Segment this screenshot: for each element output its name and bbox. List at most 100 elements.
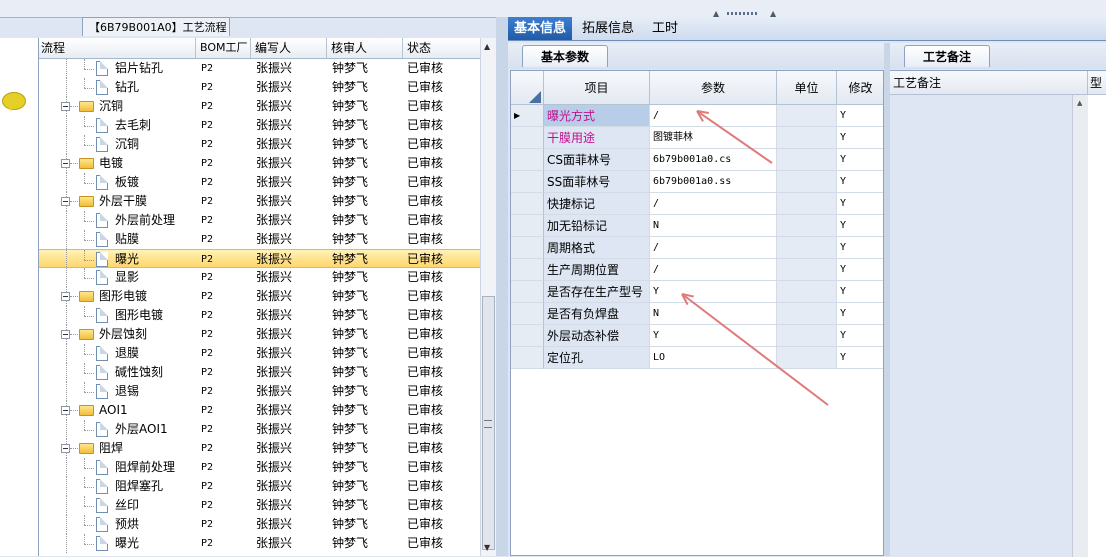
param-unit-cell[interactable] [777,105,837,127]
remark-scrollbar[interactable]: ▲ [1072,95,1089,557]
remark-grid[interactable]: 工艺备注 型号 ▲ [890,70,1106,557]
collapse-toggle-icon[interactable] [61,159,70,168]
param-unit-cell[interactable] [777,193,837,215]
param-row[interactable]: 外层动态补偿 Y Y [511,325,883,347]
col-bom[interactable]: BOM工厂 [196,38,251,58]
col-writer[interactable]: 编写人 [251,38,327,58]
param-value-cell[interactable]: N [650,215,777,237]
param-modify-flag[interactable]: Y [837,149,883,171]
row-header[interactable] [511,127,544,149]
param-value-cell[interactable]: / [650,193,777,215]
tree-row[interactable]: 预烘 P2 张振兴 钟梦飞 已审核 [39,515,481,534]
grid-col-unit[interactable]: 单位 [777,71,837,105]
row-header[interactable] [511,149,544,171]
param-modify-flag[interactable]: Y [837,347,883,369]
param-unit-cell[interactable] [777,281,837,303]
process-tree[interactable]: 流程 BOM工厂 编写人 核审人 状态 铝片钻孔 P2 张振兴 钟梦飞 已审核 钻孔 P2 张… [38,38,497,556]
scroll-down-icon[interactable]: ▼ [484,543,490,552]
tree-row[interactable]: 阻焊塞孔 P2 张振兴 钟梦飞 已审核 [39,477,481,496]
tree-row[interactable]: 退膜 P2 张振兴 钟梦飞 已审核 [39,344,481,363]
row-header[interactable] [511,237,544,259]
tree-row[interactable]: 沉铜 P2 张振兴 钟梦飞 已审核 [39,97,481,116]
collapse-toggle-icon[interactable] [61,444,70,453]
collapse-toggle-icon[interactable] [61,292,70,301]
current-row-indicator-icon[interactable]: ▶ [511,105,544,127]
param-unit-cell[interactable] [777,171,837,193]
param-unit-cell[interactable] [777,127,837,149]
collapse-toggle-icon[interactable] [61,406,70,415]
param-unit-cell[interactable] [777,149,837,171]
param-modify-flag[interactable]: Y [837,259,883,281]
param-unit-cell[interactable] [777,259,837,281]
row-header[interactable] [511,325,544,347]
tree-row[interactable]: 板镀 P2 张振兴 钟梦飞 已审核 [39,173,481,192]
chat-bubble-icon[interactable] [2,92,26,111]
param-value-cell[interactable]: Y [650,281,777,303]
tree-row[interactable]: 去毛刺 P2 张振兴 钟梦飞 已审核 [39,116,481,135]
row-header[interactable] [511,347,544,369]
tree-row[interactable]: 图形电镀 P2 张振兴 钟梦飞 已审核 [39,306,481,325]
tree-row[interactable]: 贴膜 P2 张振兴 钟梦飞 已审核 [39,230,481,249]
param-modify-flag[interactable]: Y [837,105,883,127]
row-header[interactable] [511,281,544,303]
param-row[interactable]: 快捷标记 / Y [511,193,883,215]
param-modify-flag[interactable]: Y [837,127,883,149]
row-header[interactable] [511,303,544,325]
param-modify-flag[interactable]: Y [837,215,883,237]
tree-row[interactable]: 显影 P2 张振兴 钟梦飞 已审核 [39,268,481,287]
param-modify-flag[interactable]: Y [837,281,883,303]
remark-col-remark[interactable]: 工艺备注 [890,71,1088,95]
tab-basic-params[interactable]: 基本参数 [522,45,608,67]
tree-row[interactable]: 图形电镀 P2 张振兴 钟梦飞 已审核 [39,287,481,306]
tree-row[interactable]: 钻孔 P2 张振兴 钟梦飞 已审核 [39,78,481,97]
grid-col-modify[interactable]: 修改 [837,71,883,105]
tree-row[interactable]: 外层干膜 P2 张振兴 钟梦飞 已审核 [39,192,481,211]
row-header[interactable] [511,259,544,281]
grid-col-value[interactable]: 参数 [650,71,777,105]
remark-col-model[interactable]: 型号 [1088,71,1106,95]
param-modify-flag[interactable]: Y [837,303,883,325]
param-value-cell[interactable]: 图镀菲林 [650,127,777,149]
param-modify-flag[interactable]: Y [837,171,883,193]
tree-row[interactable]: 外层蚀刻 P2 张振兴 钟梦飞 已审核 [39,325,481,344]
tree-row[interactable]: 外层前处理 P2 张振兴 钟梦飞 已审核 [39,211,481,230]
param-value-cell[interactable]: 6b79b001a0.ss [650,171,777,193]
scroll-up-icon[interactable]: ▲ [1077,99,1082,107]
tree-row[interactable]: 曝光 P2 张振兴 钟梦飞 已审核 [39,249,481,269]
param-row[interactable]: 是否存在生产型号 Y Y [511,281,883,303]
param-row[interactable]: 定位孔 LO Y [511,347,883,369]
splitter[interactable] [496,17,508,556]
tree-row[interactable]: 曝光 P2 张振兴 钟梦飞 已审核 [39,534,481,553]
param-modify-flag[interactable]: Y [837,193,883,215]
collapse-toggle-icon[interactable] [61,102,70,111]
param-row[interactable]: 周期格式 / Y [511,237,883,259]
tab-extended-info[interactable]: 拓展信息 [576,17,640,40]
collapse-toggle-icon[interactable] [61,330,70,339]
row-header[interactable] [511,215,544,237]
tree-row[interactable]: 阻焊 P2 张振兴 钟梦飞 已审核 [39,439,481,458]
col-reviewer[interactable]: 核审人 [327,38,403,58]
scroll-up-icon[interactable]: ▲ [484,42,490,51]
param-modify-flag[interactable]: Y [837,237,883,259]
tree-row[interactable]: 外层AOI1 P2 张振兴 钟梦飞 已审核 [39,420,481,439]
param-value-cell[interactable]: / [650,237,777,259]
param-row[interactable]: CS面菲林号 6b79b001a0.cs Y [511,149,883,171]
tree-row[interactable]: 沉铜 P2 张振兴 钟梦飞 已审核 [39,135,481,154]
param-row[interactable]: 生产周期位置 / Y [511,259,883,281]
tree-row[interactable]: 铝片钻孔 P2 张振兴 钟梦飞 已审核 [39,59,481,78]
param-value-cell[interactable]: Y [650,325,777,347]
tree-row[interactable]: 阻焊前处理 P2 张振兴 钟梦飞 已审核 [39,458,481,477]
param-unit-cell[interactable] [777,325,837,347]
tree-row[interactable]: 丝印 P2 张振兴 钟梦飞 已审核 [39,496,481,515]
tree-row[interactable]: 退锡 P2 张振兴 钟梦飞 已审核 [39,382,481,401]
splitter-grip[interactable] [727,12,759,15]
tab-work-hours[interactable]: 工时 [646,17,684,40]
tree-row[interactable]: 碱性蚀刻 P2 张振兴 钟梦飞 已审核 [39,363,481,382]
row-header[interactable] [511,171,544,193]
param-row[interactable]: 加无铅标记 N Y [511,215,883,237]
tree-row[interactable]: AOI1 P2 张振兴 钟梦飞 已审核 [39,401,481,420]
col-status[interactable]: 状态 [403,38,481,58]
param-modify-flag[interactable]: Y [837,325,883,347]
param-unit-cell[interactable] [777,237,837,259]
tree-scrollbar[interactable]: ▲ ▼ [480,38,497,556]
